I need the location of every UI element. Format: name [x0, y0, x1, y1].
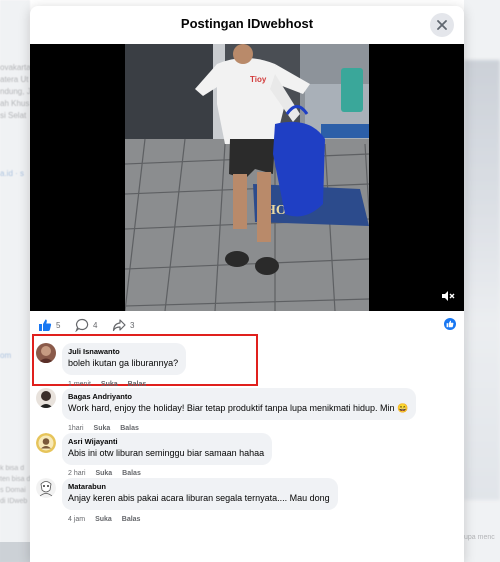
- user-avatar-image: [36, 343, 56, 363]
- modal-header: Postingan IDwebhost: [30, 6, 464, 45]
- comment-bubble: Asri Wijayanti Abis ini otw liburan semi…: [62, 433, 273, 465]
- share-count-text: 3: [130, 320, 135, 330]
- comment-reply-button[interactable]: Balas: [120, 425, 139, 432]
- comment-author[interactable]: Matarabun: [68, 482, 330, 492]
- comment-author[interactable]: Juli Isnawanto: [68, 347, 178, 357]
- avatar[interactable]: [36, 433, 56, 453]
- comment-like-button[interactable]: Suka: [95, 470, 112, 477]
- comment-bubble: Bagas Andriyanto Work hard, enjoy the ho…: [62, 388, 417, 420]
- like-reaction-badge-icon: [444, 318, 456, 330]
- user-avatar-image: [36, 388, 56, 408]
- comment-meta: 1 menit Suka Balas: [68, 381, 154, 388]
- comment-text: boleh ikutan ga liburannya?: [68, 358, 179, 368]
- comment-meta: 2 hari Suka Balas: [68, 470, 149, 477]
- modal-title: Postingan IDwebhost: [180, 16, 314, 31]
- comment-time[interactable]: 2 hari: [68, 470, 86, 477]
- comment-like-button[interactable]: Suka: [94, 425, 111, 432]
- avatar[interactable]: [36, 478, 56, 498]
- comment-time[interactable]: 1hari: [68, 425, 84, 432]
- video-thumbnail-image: HOME Tioy: [125, 44, 369, 311]
- mute-button[interactable]: [440, 289, 456, 305]
- post-modal: Postingan IDwebhost Tioy 5 4 3 Juli Isna…: [30, 6, 464, 562]
- avatar[interactable]: [36, 388, 56, 408]
- comment-reply-button[interactable]: Balas: [122, 470, 141, 477]
- comment-bubble: Matarabun Anjay keren abis pakai acara l…: [62, 478, 338, 510]
- svg-text:Tioy: Tioy: [250, 75, 267, 84]
- like-count[interactable]: 5: [38, 317, 60, 333]
- comment-time[interactable]: 1 menit: [68, 381, 91, 388]
- share-arrow-icon: [112, 319, 126, 332]
- share-count[interactable]: 3: [112, 317, 134, 333]
- comment-text: Anjay keren abis pakai acara liburan seg…: [68, 493, 330, 503]
- speaker-muted-icon: [442, 291, 455, 301]
- comment-text: Abis ini otw liburan seminggu biar samaa…: [68, 448, 265, 458]
- thumbs-up-icon: [39, 319, 52, 331]
- close-icon: [437, 20, 447, 30]
- comment-bubble: Juli Isnawanto boleh ikutan ga liburanny…: [62, 343, 187, 375]
- like-count-text: 5: [56, 320, 61, 330]
- comment-like-button[interactable]: Suka: [101, 381, 118, 388]
- comment-text: Work hard, enjoy the holiday! Biar tetap…: [68, 403, 409, 413]
- comment-like-button[interactable]: Suka: [95, 516, 112, 523]
- video-frame: HOME Tioy: [125, 44, 369, 311]
- close-button[interactable]: [430, 13, 454, 37]
- comment-bubble-icon: [75, 318, 89, 332]
- comment-meta: 1hari Suka Balas: [68, 425, 147, 432]
- comment-author[interactable]: Bagas Andriyanto: [68, 392, 408, 402]
- comment-meta: 4 jam Suka Balas: [68, 516, 148, 523]
- avatar[interactable]: [36, 343, 56, 363]
- reaction-bar: 5 4 3: [30, 315, 464, 335]
- comment-time[interactable]: 4 jam: [68, 516, 85, 523]
- comment-reply-button[interactable]: Balas: [122, 516, 141, 523]
- user-avatar-image: [36, 433, 56, 453]
- comment-author[interactable]: Asri Wijayanti: [68, 437, 264, 447]
- user-avatar-image: [36, 478, 56, 498]
- comment-count[interactable]: 4: [75, 317, 97, 333]
- comment-count-text: 4: [93, 320, 98, 330]
- comment-reply-button[interactable]: Balas: [128, 381, 147, 388]
- video-player[interactable]: HOME Tioy: [30, 44, 464, 311]
